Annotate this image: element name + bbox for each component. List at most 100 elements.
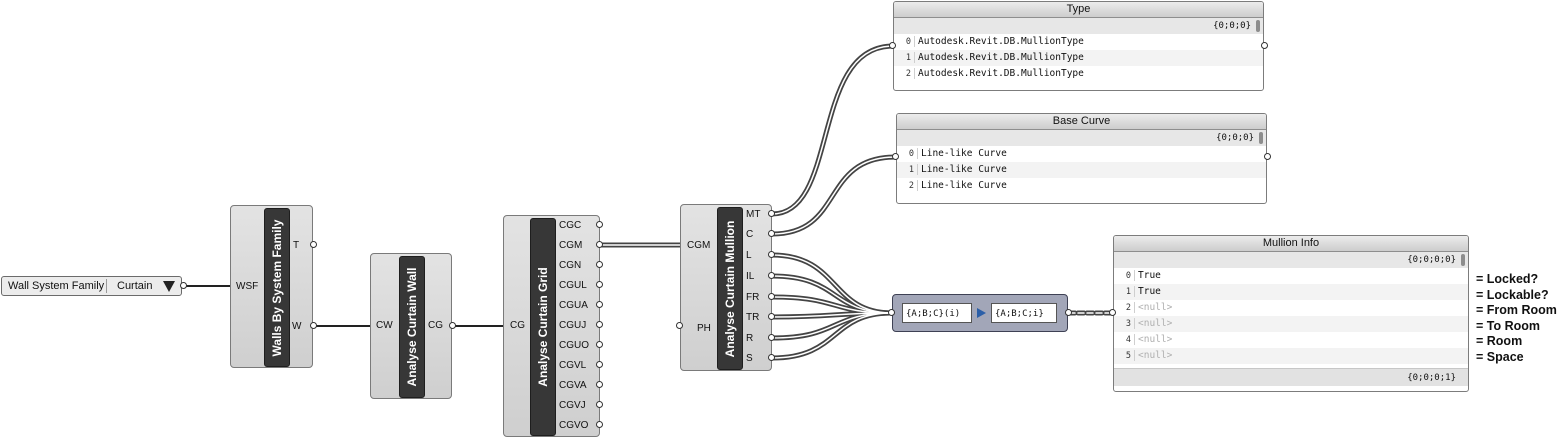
output-w[interactable]: W xyxy=(292,321,301,333)
input-cgm[interactable]: CGM xyxy=(687,240,710,252)
path-mapper-target[interactable]: {A;B;C;i} xyxy=(991,303,1057,323)
component-title-bar: Analyse Curtain Grid xyxy=(530,218,556,436)
output-cgua-grip[interactable] xyxy=(596,301,603,308)
panel-path-header: {0;0;0} xyxy=(897,130,1266,146)
output-cgul-grip[interactable] xyxy=(596,281,603,288)
type-panel-input-grip[interactable] xyxy=(889,42,896,49)
output-cgc[interactable]: CGC xyxy=(559,220,581,232)
base-curve-panel-input-grip[interactable] xyxy=(892,153,899,160)
input-wsf[interactable]: WSF xyxy=(236,281,258,293)
list-item: 1 Autodesk.Revit.DB.MullionType xyxy=(894,50,1263,66)
annotation-to-room: = To Room xyxy=(1476,318,1541,333)
output-cgc-grip[interactable] xyxy=(596,221,603,228)
value-list-selected[interactable]: Curtain xyxy=(107,280,163,292)
output-l[interactable]: L xyxy=(746,250,752,262)
output-cgvj-grip[interactable] xyxy=(596,401,603,408)
output-mt-grip[interactable] xyxy=(768,210,775,217)
wire-mt-to-type xyxy=(769,43,896,217)
annotation-lockable: = Lockable? xyxy=(1476,287,1549,302)
panel-path-footer: {0;0;0;1} xyxy=(1114,368,1468,386)
output-il[interactable]: IL xyxy=(746,271,754,283)
base-curve-panel-output-grip[interactable] xyxy=(1264,153,1271,160)
output-cgn[interactable]: CGN xyxy=(559,260,581,272)
output-s[interactable]: S xyxy=(746,353,753,365)
annotation-from-room: = From Room xyxy=(1476,303,1557,317)
output-t[interactable]: T xyxy=(293,240,299,252)
output-cguj-grip[interactable] xyxy=(596,321,603,328)
analyse-curtain-wall-component[interactable]: Analyse Curtain Wall CW CG xyxy=(370,253,452,399)
output-r[interactable]: R xyxy=(746,333,753,345)
component-title: Analyse Curtain Mullion xyxy=(723,220,737,357)
path-mapper-input-grip[interactable] xyxy=(888,309,895,316)
output-cgua[interactable]: CGUA xyxy=(559,300,588,312)
annotation-room: = Room xyxy=(1476,334,1523,348)
panel-title: Type xyxy=(894,2,1263,18)
base-curve-panel[interactable]: Base Curve {0;0;0} 0 Line-like Curve 1 Lin… xyxy=(896,113,1267,204)
triangle-down-icon[interactable] xyxy=(163,280,175,292)
output-l-grip[interactable] xyxy=(768,251,775,258)
scrollbar[interactable] xyxy=(1461,254,1465,266)
mullion-info-input-grip[interactable] xyxy=(1109,309,1116,316)
output-c-grip[interactable] xyxy=(768,230,775,237)
list-item: 0 Autodesk.Revit.DB.MullionType xyxy=(905,36,1084,47)
analyse-curtain-mullion-component[interactable]: Analyse Curtain Mullion CGM PH MT C L IL… xyxy=(680,204,772,371)
type-panel[interactable]: Type {0;0;0} 0 Autodesk.Revit.DB.MullionT… xyxy=(893,1,1264,91)
output-mt[interactable]: MT xyxy=(746,209,760,221)
input-cg[interactable]: CG xyxy=(510,320,525,332)
output-cgul[interactable]: CGUL xyxy=(559,280,587,292)
output-cgva-grip[interactable] xyxy=(596,381,603,388)
annotation-locked: = Locked? xyxy=(1476,272,1539,286)
mullion-info-panel[interactable]: Mullion Info {0;0;0;0} 0 True 1 True 2 <nul… xyxy=(1113,235,1469,392)
output-c[interactable]: C xyxy=(746,229,753,241)
output-t-grip[interactable] xyxy=(310,241,317,248)
component-title-bar: Walls By System Family xyxy=(264,208,290,367)
path-mapper-output-grip[interactable] xyxy=(1065,309,1072,316)
output-cguj[interactable]: CGUJ xyxy=(559,320,586,332)
component-title: Analyse Curtain Grid xyxy=(536,267,550,387)
path-mapper-source[interactable]: {A;B;C}(i) xyxy=(902,303,972,323)
scrollbar[interactable] xyxy=(1259,132,1263,144)
analyse-curtain-grid-component[interactable]: Analyse Curtain Grid CG CGC CGM CGN CGUL… xyxy=(503,215,600,437)
input-ph-grip[interactable] xyxy=(676,322,683,329)
output-cgn-grip[interactable] xyxy=(596,261,603,268)
input-cw[interactable]: CW xyxy=(376,320,393,332)
output-tr-grip[interactable] xyxy=(768,313,775,320)
output-fr-grip[interactable] xyxy=(768,293,775,300)
output-il-grip[interactable] xyxy=(768,272,775,279)
component-title: Walls By System Family xyxy=(270,219,284,356)
output-cgm-grip[interactable] xyxy=(596,241,603,248)
panel-title: Mullion Info xyxy=(1114,236,1468,252)
scrollbar[interactable] xyxy=(1256,20,1260,32)
output-tr[interactable]: TR xyxy=(746,312,759,324)
panel-path-header: {0;0;0;0} xyxy=(1114,252,1468,268)
walls-by-system-family-component[interactable]: Walls By System Family WSF T W xyxy=(230,205,313,368)
output-cguo-grip[interactable] xyxy=(596,341,603,348)
output-w-grip[interactable] xyxy=(310,322,317,329)
output-r-grip[interactable] xyxy=(768,334,775,341)
output-s-grip[interactable] xyxy=(768,354,775,361)
output-cguo[interactable]: CGUO xyxy=(559,340,589,352)
list-item: 1 Line-like Curve xyxy=(897,162,1266,178)
panel-title: Base Curve xyxy=(897,114,1266,130)
list-item: 5 <null> xyxy=(1114,348,1468,364)
output-cgvl-grip[interactable] xyxy=(596,361,603,368)
output-cgm[interactable]: CGM xyxy=(559,240,582,252)
output-cgvl[interactable]: CGVL xyxy=(559,360,586,372)
type-panel-output-grip[interactable] xyxy=(1261,42,1268,49)
wall-system-family-value-list[interactable]: Wall System Family Curtain xyxy=(1,276,182,296)
value-list-output-grip[interactable] xyxy=(180,282,187,289)
output-cg-grip[interactable] xyxy=(449,322,456,329)
input-ph[interactable]: PH xyxy=(697,323,711,335)
wire-c-to-basecurve xyxy=(769,154,899,237)
output-fr[interactable]: FR xyxy=(746,292,759,304)
output-annotations: = Locked? = Lockable? = From Room = To R… xyxy=(1476,272,1557,365)
output-cgvj[interactable]: CGVJ xyxy=(559,400,586,412)
output-cgvo[interactable]: CGVO xyxy=(559,420,588,432)
output-cgvo-grip[interactable] xyxy=(596,421,603,428)
output-cgva[interactable]: CGVA xyxy=(559,380,587,392)
path-mapper-component[interactable]: {A;B;C}(i) {A;B;C;i} xyxy=(892,294,1068,332)
list-item: 0 True xyxy=(1125,270,1161,281)
list-item: 0 Line-like Curve xyxy=(908,148,1007,159)
annotation-space: = Space xyxy=(1476,349,1524,364)
output-cg[interactable]: CG xyxy=(428,320,443,332)
